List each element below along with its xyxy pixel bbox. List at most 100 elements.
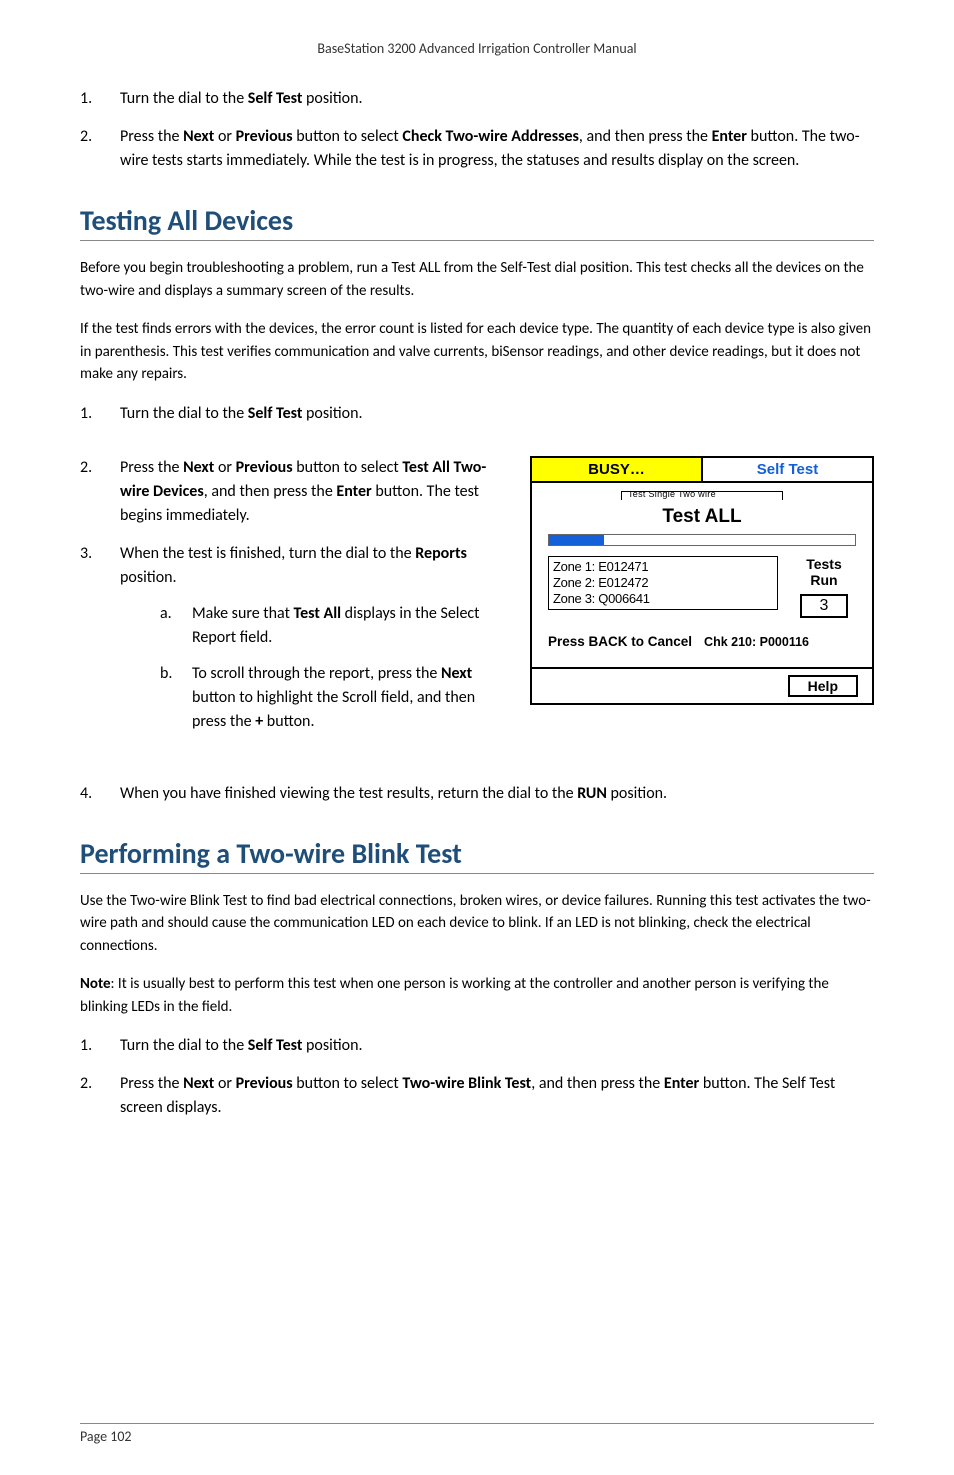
step-number: 1. (80, 87, 120, 111)
sec1-step-list: 1. Turn the dial to the Self Test positi… (80, 402, 874, 426)
tab-busy: BUSY… (532, 458, 703, 483)
enter-label: Enter (336, 482, 371, 501)
text: position. (607, 784, 667, 803)
self-test-label: Self Test (248, 404, 303, 423)
text: Press the (120, 127, 183, 146)
device-tabs: BUSY… Self Test (532, 458, 872, 483)
step-content: Turn the dial to the Self Test position. (120, 87, 874, 111)
blink-test-heading: Performing a Two-wire Blink Test (80, 836, 874, 874)
step-content: When you have finished viewing the test … (120, 782, 874, 806)
sec2-step-2: 2. Press the Next or Previous button to … (80, 1072, 874, 1120)
enter-label: Enter (712, 127, 747, 146)
note-text: : It is usually best to perform this tes… (80, 975, 829, 1016)
text: Press the (120, 458, 183, 477)
test-all-label: Test All (294, 604, 342, 623)
sec2-step-list: 1. Turn the dial to the Self Test positi… (80, 1034, 874, 1120)
sec1-step-list-cont: 2. Press the Next or Previous button to … (80, 456, 510, 746)
step-content: Press the Next or Previous button to sel… (120, 456, 510, 528)
top-step-2: 2. Press the Next or Previous button to … (80, 125, 874, 173)
text: or (214, 458, 235, 477)
text: When you have finished viewing the test … (120, 784, 577, 803)
page-footer: Page 102 (80, 1423, 874, 1445)
top-step-list: 1. Turn the dial to the Self Test positi… (80, 87, 874, 173)
step-number: 2. (80, 456, 120, 528)
text: button to select (293, 127, 403, 146)
sub-b: b. To scroll through the report, press t… (160, 662, 510, 734)
tests-run-panel: Tests Run 3 (792, 556, 856, 618)
text: button to select (293, 1074, 403, 1093)
step-number: 1. (80, 402, 120, 426)
note-label: Note (80, 975, 111, 993)
text: position. (302, 404, 362, 423)
sec1-para2: If the test finds errors with the device… (80, 318, 874, 386)
page-number: Page 102 (80, 1423, 874, 1445)
zone-row: Zone 1: E012471 (553, 559, 773, 575)
text: button to highlight the Scroll field, an… (192, 688, 475, 731)
step-content: Turn the dial to the Self Test position. (120, 1034, 874, 1058)
sub-content: To scroll through the report, press the … (192, 662, 510, 734)
text: or (214, 127, 235, 146)
text: Press the (120, 1074, 183, 1093)
text: , and then press the (531, 1074, 664, 1093)
sub-content: Make sure that Test All displays in the … (192, 602, 510, 650)
enter-label: Enter (664, 1074, 699, 1093)
text: Turn the dial to the (120, 89, 248, 108)
tests-label: Tests (792, 556, 856, 572)
sec1-step-3: 3. When the test is finished, turn the d… (80, 542, 510, 746)
sec2-step-1: 1. Turn the dial to the Self Test positi… (80, 1034, 874, 1058)
step-content: Turn the dial to the Self Test position. (120, 402, 874, 426)
sec1-step-4: 4. When you have finished viewing the te… (80, 782, 874, 806)
sub-letter: b. (160, 662, 192, 734)
step-content: Press the Next or Previous button to sel… (120, 125, 874, 173)
step-number: 4. (80, 782, 120, 806)
sub-a: a. Make sure that Test All displays in t… (160, 602, 510, 650)
plus-label: + (255, 712, 263, 731)
device-title: Test ALL (548, 506, 856, 528)
run-label: RUN (577, 784, 607, 803)
text: position. (302, 89, 362, 108)
sec1-step-2: 2. Press the Next or Previous button to … (80, 456, 510, 528)
chk-text: Chk 210: P000116 (704, 635, 809, 649)
help-button[interactable]: Help (788, 675, 858, 697)
previous-label: Previous (236, 458, 293, 477)
sec1-step-list-end: 4. When you have finished viewing the te… (80, 782, 874, 806)
sec2-note: Note: It is usually best to perform this… (80, 973, 874, 1018)
text: position. (120, 568, 177, 587)
step-number: 2. (80, 1072, 120, 1120)
progress-bar (548, 534, 856, 546)
text: To scroll through the report, press the (192, 664, 441, 683)
text: , and then press the (579, 127, 712, 146)
text: , and then press the (204, 482, 337, 501)
top-step-1: 1. Turn the dial to the Self Test positi… (80, 87, 874, 111)
self-test-label: Self Test (248, 89, 303, 108)
blink-test-label: Two-wire Blink Test (402, 1074, 531, 1093)
sub-letter: a. (160, 602, 192, 650)
next-label: Next (183, 458, 214, 477)
zone-row: Zone 2: E012472 (553, 575, 773, 591)
zone-list: Zone 1: E012471 Zone 2: E012472 Zone 3: … (548, 556, 778, 611)
hairline-text: Test Single Two wire (628, 491, 716, 499)
tab-self-test: Self Test (703, 458, 872, 483)
text: button to select (293, 458, 403, 477)
run-label: Run (792, 572, 856, 588)
progress-fill (549, 535, 604, 545)
next-label: Next (183, 1074, 214, 1093)
text: position. (302, 1036, 362, 1055)
step-number: 2. (80, 125, 120, 173)
check-address-label: Check Two-wire Addresses (402, 127, 579, 146)
reports-label: Reports (415, 544, 467, 563)
text: Make sure that (192, 604, 294, 623)
sec1-step-1: 1. Turn the dial to the Self Test positi… (80, 402, 874, 426)
text: button. (263, 712, 314, 731)
text: When the test is finished, turn the dial… (120, 544, 415, 563)
testing-all-devices-heading: Testing All Devices (80, 203, 874, 241)
next-label: Next (441, 664, 472, 683)
sec1-para1: Before you begin troubleshooting a probl… (80, 257, 874, 302)
step-content: When the test is finished, turn the dial… (120, 542, 510, 746)
text: or (214, 1074, 235, 1093)
previous-label: Previous (236, 127, 293, 146)
next-label: Next (183, 127, 214, 146)
cancel-text: Press BACK to Cancel (548, 634, 692, 649)
previous-label: Previous (236, 1074, 293, 1093)
page-header: BaseStation 3200 Advanced Irrigation Con… (80, 40, 874, 57)
